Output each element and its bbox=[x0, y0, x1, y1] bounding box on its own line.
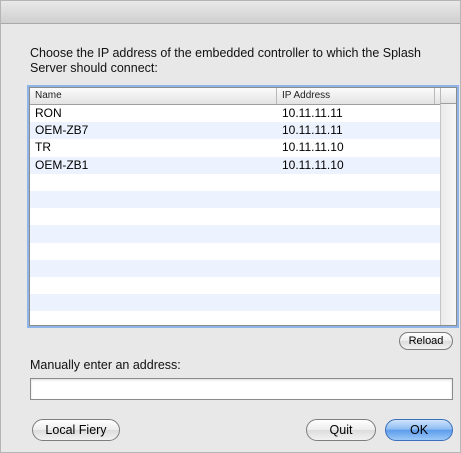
column-header-ip-address[interactable]: IP Address bbox=[277, 88, 435, 104]
empty-row bbox=[30, 208, 440, 226]
table-header-corner bbox=[440, 88, 456, 104]
row-name: OEM-ZB7 bbox=[35, 123, 89, 138]
local-fiery-button[interactable]: Local Fiery bbox=[32, 419, 120, 441]
empty-row bbox=[30, 225, 440, 243]
row-ip-address: 10.11.11.10 bbox=[282, 140, 344, 155]
row-name: TR bbox=[35, 140, 51, 155]
manual-address-input[interactable] bbox=[30, 378, 453, 400]
row-ip-address: 10.11.11.11 bbox=[282, 123, 343, 138]
column-header-name[interactable]: Name bbox=[30, 88, 277, 104]
title-bar[interactable] bbox=[1, 1, 460, 24]
empty-row bbox=[30, 294, 440, 312]
row-ip-address: 10.11.11.11 bbox=[282, 106, 343, 120]
empty-row bbox=[30, 173, 440, 191]
vertical-scrollbar[interactable] bbox=[440, 104, 456, 325]
empty-row bbox=[30, 276, 440, 295]
dialog-prompt: Choose the IP address of the embedded co… bbox=[30, 46, 421, 75]
table-row[interactable]: RON 10.11.11.11 bbox=[30, 105, 440, 123]
table-row[interactable]: OEM-ZB1 10.11.11.10 bbox=[30, 156, 440, 174]
empty-row bbox=[30, 190, 440, 209]
row-ip-address: 10.11.11.10 bbox=[282, 157, 344, 172]
empty-row bbox=[30, 311, 440, 325]
ok-button[interactable]: OK bbox=[385, 419, 453, 441]
empty-row bbox=[30, 259, 440, 277]
row-name: OEM-ZB1 bbox=[35, 157, 89, 172]
empty-row bbox=[30, 242, 440, 260]
table-row[interactable]: TR 10.11.11.10 bbox=[30, 139, 440, 157]
table-row[interactable]: OEM-ZB7 10.11.11.11 bbox=[30, 122, 440, 140]
controller-table[interactable]: Name IP Address RON 10.11.11.11 OEM-ZB7 … bbox=[29, 87, 457, 326]
table-header: Name IP Address bbox=[30, 88, 440, 105]
reload-button[interactable]: Reload bbox=[399, 332, 453, 350]
quit-button[interactable]: Quit bbox=[306, 419, 376, 441]
row-name: RON bbox=[35, 106, 62, 120]
table-rows: RON 10.11.11.11 OEM-ZB7 10.11.11.11 TR 1… bbox=[30, 105, 440, 325]
dialog-window: Choose the IP address of the embedded co… bbox=[0, 0, 461, 453]
manual-address-label: Manually enter an address: bbox=[30, 358, 181, 372]
